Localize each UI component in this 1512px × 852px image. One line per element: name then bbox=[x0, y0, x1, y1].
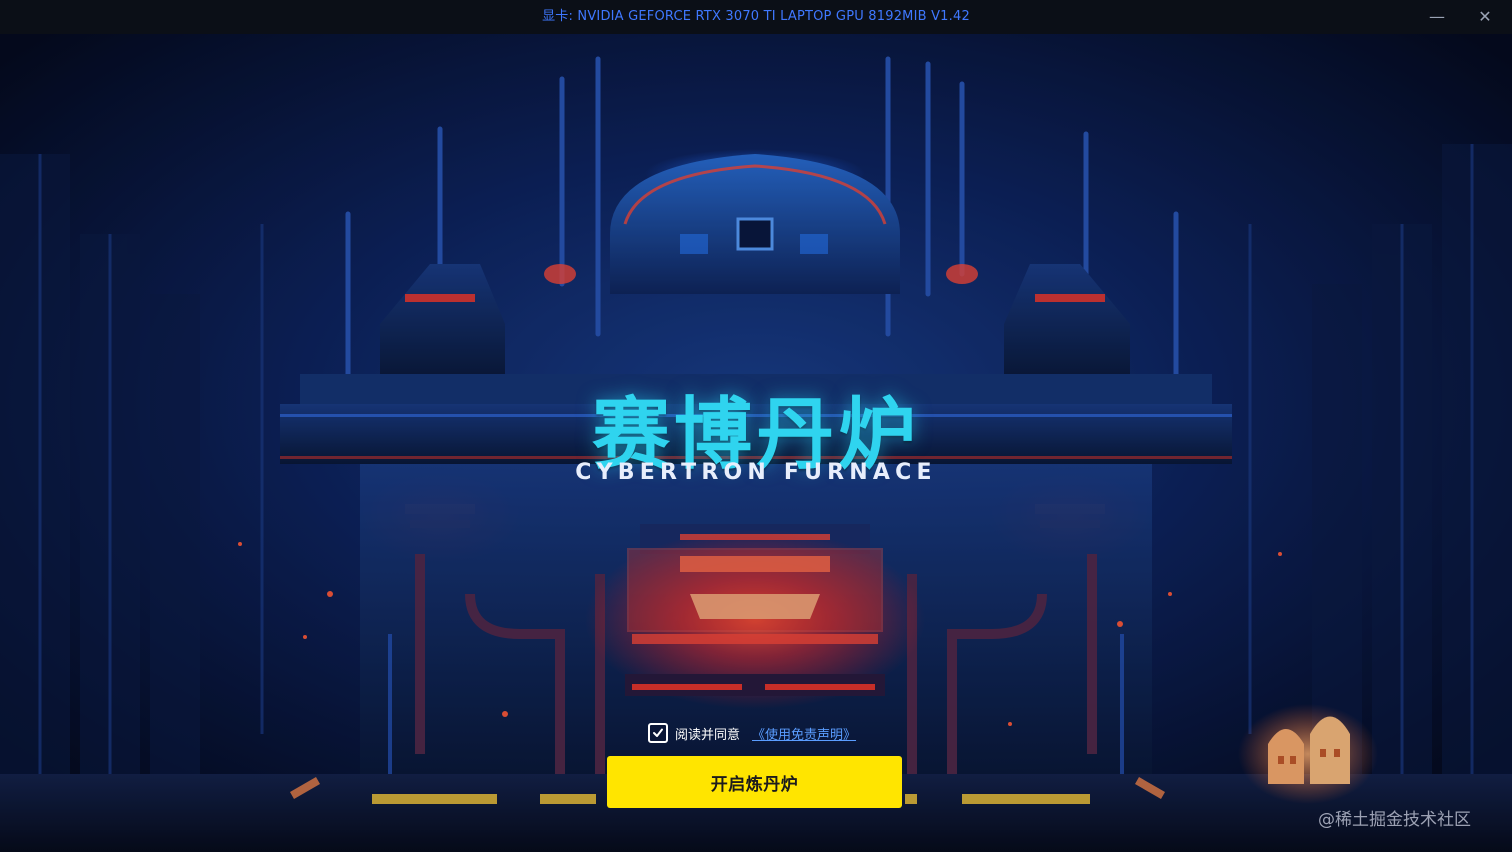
agree-label: 阅读并同意 bbox=[675, 727, 741, 743]
window-title: 显卡: NVIDIA GEFORCE RTX 3070 TI LAPTOP GP… bbox=[542, 9, 970, 24]
close-icon: ✕ bbox=[1478, 7, 1492, 26]
watermark: @稀土掘金技术社区 bbox=[1318, 810, 1471, 830]
check-icon bbox=[653, 728, 663, 737]
agree-checkbox[interactable] bbox=[648, 723, 668, 743]
app-title-english: CYBERTRON FURNACE bbox=[575, 460, 937, 485]
close-button[interactable]: ✕ bbox=[1462, 0, 1508, 34]
app-window: 显卡: NVIDIA GEFORCE RTX 3070 TI LAPTOP GP… bbox=[0, 0, 1512, 852]
minimize-button[interactable]: — bbox=[1414, 0, 1460, 34]
start-furnace-button[interactable]: 开启炼丹炉 bbox=[607, 756, 902, 808]
disclaimer-link[interactable]: 《使用免责声明》 bbox=[752, 724, 856, 743]
agreement-row: 阅读并同意 《使用免责声明》 bbox=[648, 722, 856, 744]
minimize-icon: — bbox=[1429, 7, 1445, 26]
title-bar: 显卡: NVIDIA GEFORCE RTX 3070 TI LAPTOP GP… bbox=[0, 0, 1512, 34]
